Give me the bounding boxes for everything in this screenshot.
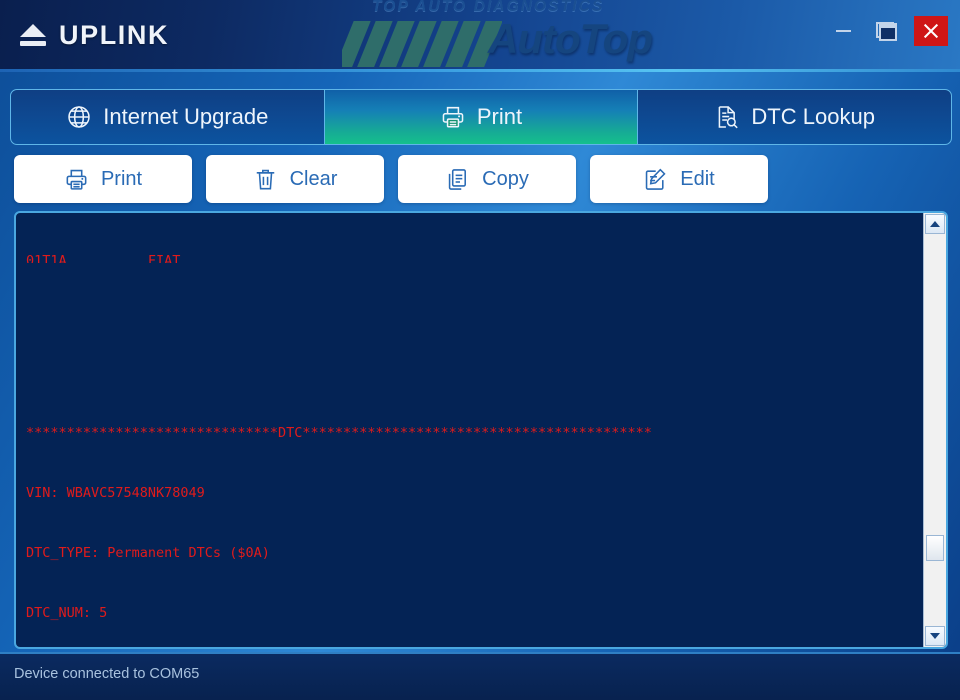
status-message: Device connected to COM65: [14, 666, 200, 682]
window-controls: [826, 16, 948, 46]
action-toolbar: Print Clear Copy Edit: [14, 155, 768, 203]
tab-label: DTC Lookup: [751, 104, 875, 129]
app-brand: UPLINK: [18, 20, 169, 51]
edit-button[interactable]: Edit: [590, 155, 768, 203]
copy-button[interactable]: Copy: [398, 155, 576, 203]
globe-icon: [66, 104, 92, 130]
title-bar: UPLINK TOP AUTO DIAGNOSTICS AutoTop: [0, 0, 960, 72]
tab-internet-upgrade[interactable]: Internet Upgrade: [11, 90, 324, 144]
copy-icon: [445, 167, 470, 192]
restore-icon[interactable]: [870, 16, 904, 46]
logo-stripes: [342, 21, 502, 67]
scroll-down-icon[interactable]: [925, 626, 945, 646]
report-panel: 01T1A FIAT *****************************…: [14, 211, 948, 649]
button-label: Clear: [289, 167, 338, 190]
eject-icon: [18, 23, 48, 49]
close-icon[interactable]: [914, 16, 948, 46]
status-bar: Device connected to COM65: [0, 652, 960, 700]
tab-print[interactable]: Print: [323, 90, 638, 144]
minimize-icon[interactable]: [826, 16, 860, 46]
report-field-dtc-num: DTC_NUM: 5: [26, 605, 108, 621]
app-title: UPLINK: [59, 20, 170, 50]
scrollbar-track[interactable]: [924, 234, 946, 626]
vertical-scrollbar[interactable]: [923, 213, 946, 647]
report-field-dtc-type: DTC_TYPE: Permanent DTCs ($0A): [26, 545, 270, 561]
tab-label: Internet Upgrade: [103, 104, 269, 129]
button-label: Print: [100, 167, 143, 190]
trash-icon: [253, 167, 278, 192]
logo-tagline: TOP AUTO DIAGNOSTICS: [372, 0, 605, 15]
report-clipped-line: 01T1A FIAT: [26, 253, 181, 263]
autotop-logo: TOP AUTO DIAGNOSTICS AutoTop: [340, 0, 740, 72]
report-field-vin: VIN: WBAVC57548NK78049: [26, 485, 205, 501]
main-tabs: Internet Upgrade Print DTC Lookup: [10, 89, 952, 145]
button-label: Edit: [680, 167, 715, 190]
edit-icon: [643, 167, 668, 192]
report-text[interactable]: 01T1A FIAT *****************************…: [16, 213, 924, 647]
print-button[interactable]: Print: [14, 155, 192, 203]
printer-icon: [440, 104, 466, 130]
document-search-icon: [714, 104, 740, 130]
tab-label: Print: [476, 104, 523, 129]
tab-dtc-lookup[interactable]: DTC Lookup: [637, 90, 951, 144]
scroll-up-icon[interactable]: [925, 214, 945, 234]
titlebar-underline: [0, 69, 960, 72]
report-divider: *******************************DTC******…: [26, 425, 652, 441]
clear-button[interactable]: Clear: [206, 155, 384, 203]
button-label: Copy: [482, 167, 529, 190]
logo-wordmark: AutoTop: [488, 15, 653, 62]
printer-icon: [64, 167, 89, 192]
scrollbar-thumb[interactable]: [926, 535, 944, 561]
